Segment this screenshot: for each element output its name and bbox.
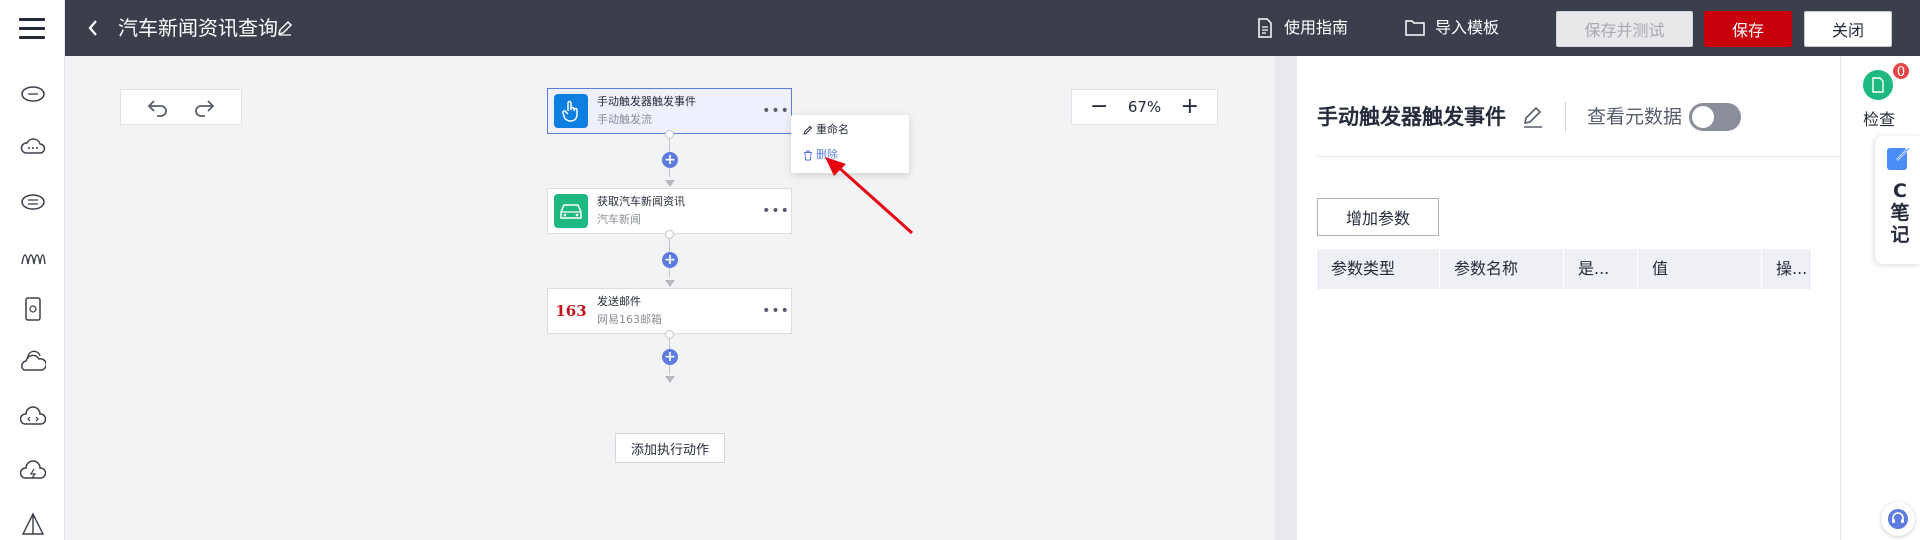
cloud-more-icon[interactable]	[20, 134, 46, 160]
metadata-toggle[interactable]	[1689, 103, 1741, 131]
node-subtitle: 汽车新闻	[597, 213, 641, 226]
back-icon[interactable]	[86, 16, 100, 46]
import-label: 导入模板	[1435, 18, 1500, 37]
add-param-button[interactable]: 增加参数	[1317, 198, 1439, 236]
panel-title: 手动触发器触发事件	[1317, 105, 1506, 129]
edit-name-icon[interactable]	[1522, 105, 1544, 129]
node-title: 手动触发器触发事件	[597, 95, 696, 108]
metadata-label: 查看元数据	[1587, 106, 1683, 128]
col-value: 值	[1638, 249, 1762, 289]
customer-support-icon[interactable]	[1881, 502, 1915, 536]
annotation-arrow	[825, 157, 914, 235]
cloud-code-icon[interactable]	[20, 404, 46, 430]
check-count-badge: 0	[1891, 61, 1911, 81]
node-subtitle: 手动触发流	[597, 113, 652, 126]
trash-icon	[804, 150, 812, 160]
guide-link[interactable]: 使用指南	[1256, 16, 1348, 40]
connector-arrow	[665, 376, 675, 383]
note-edit-icon	[1887, 147, 1910, 170]
divider	[1317, 156, 1840, 157]
top-bar: 汽车新闻资讯查询 使用指南 导入模板 保存并测试 保存 关闭	[0, 0, 1920, 56]
save-and-test-button[interactable]: 保存并测试	[1556, 11, 1693, 47]
col-param-name: 参数名称	[1440, 249, 1564, 289]
left-sidebar	[0, 56, 65, 540]
node-title: 发送邮件	[597, 295, 641, 308]
close-button[interactable]: 关闭	[1804, 11, 1892, 47]
pencil-icon	[803, 125, 813, 135]
col-param-type: 参数类型	[1317, 249, 1440, 289]
node-subtitle: 网易163邮箱	[597, 313, 662, 326]
pyramid-icon[interactable]	[20, 512, 46, 538]
flow-node-send-email[interactable]: 163 发送邮件 网易163邮箱 •••	[547, 288, 792, 334]
param-table-header: 参数类型 参数名称 是... 值 操...	[1317, 249, 1811, 289]
zoom-level: 67%	[1127, 98, 1162, 116]
connector-dot	[665, 130, 674, 139]
page-title: 汽车新闻资讯查询	[118, 16, 278, 40]
history-controls	[120, 89, 242, 125]
check-icon[interactable]	[1863, 70, 1893, 100]
document-icon	[1258, 18, 1272, 38]
connector-arrow	[665, 280, 675, 287]
panel-divider[interactable]	[1275, 56, 1297, 540]
hand-touch-icon	[554, 94, 588, 128]
separator	[1565, 102, 1566, 132]
menu-icon[interactable]	[0, 0, 65, 56]
check-label[interactable]: 检查	[1863, 106, 1895, 130]
add-action-button[interactable]: 添加执行动作	[615, 433, 725, 463]
connector-arrow	[665, 180, 675, 187]
properties-panel: 手动触发器触发事件 查看元数据 增加参数 参数类型 参数名称 是... 值 操.…	[1297, 56, 1840, 540]
cloud-flash-icon[interactable]	[20, 458, 46, 484]
more-icon[interactable]: •••	[761, 103, 791, 119]
zoom-in-icon[interactable]: +	[1181, 96, 1199, 118]
connector-dot	[665, 330, 674, 339]
car-icon	[554, 194, 588, 228]
netease-163-icon: 163	[554, 294, 588, 328]
guide-label: 使用指南	[1284, 18, 1349, 37]
connector-dot	[665, 230, 674, 239]
cloud-database-icon[interactable]	[20, 188, 46, 214]
more-icon[interactable]: •••	[761, 203, 791, 219]
col-actions: 操...	[1776, 259, 1808, 278]
more-icon[interactable]: •••	[761, 303, 791, 319]
notes-widget[interactable]: C 笔 记	[1875, 136, 1920, 264]
flow-node-car-news[interactable]: 获取汽车新闻资讯 汽车新闻 •••	[547, 188, 792, 234]
folder-icon	[1405, 20, 1425, 36]
import-template-link[interactable]: 导入模板	[1405, 16, 1499, 40]
flow-node-trigger[interactable]: 手动触发器触发事件 手动触发流 •••	[547, 88, 792, 134]
add-step-icon[interactable]: +	[662, 252, 678, 268]
redo-icon[interactable]	[192, 97, 216, 117]
device-icon[interactable]	[20, 296, 46, 322]
rename-label: 重命名	[816, 123, 849, 136]
node-title: 获取汽车新闻资讯	[597, 195, 685, 208]
waveform-icon[interactable]	[20, 242, 46, 268]
add-step-icon[interactable]: +	[662, 152, 678, 168]
right-toolbar: 0 检查 C 笔 记	[1840, 56, 1920, 540]
cloud-connector-icon[interactable]	[20, 80, 46, 106]
col-required: 是...	[1564, 249, 1638, 289]
zoom-out-icon[interactable]: −	[1090, 96, 1108, 118]
save-button[interactable]: 保存	[1704, 11, 1792, 47]
notes-label: C 笔 记	[1890, 180, 1910, 246]
undo-icon[interactable]	[146, 97, 170, 117]
add-step-icon[interactable]: +	[662, 349, 678, 365]
rename-menu-item[interactable]: 重命名	[803, 123, 849, 137]
edit-title-icon[interactable]	[276, 19, 294, 41]
cloud-stack-icon[interactable]	[20, 350, 46, 376]
zoom-controls: − 67% +	[1071, 89, 1218, 125]
